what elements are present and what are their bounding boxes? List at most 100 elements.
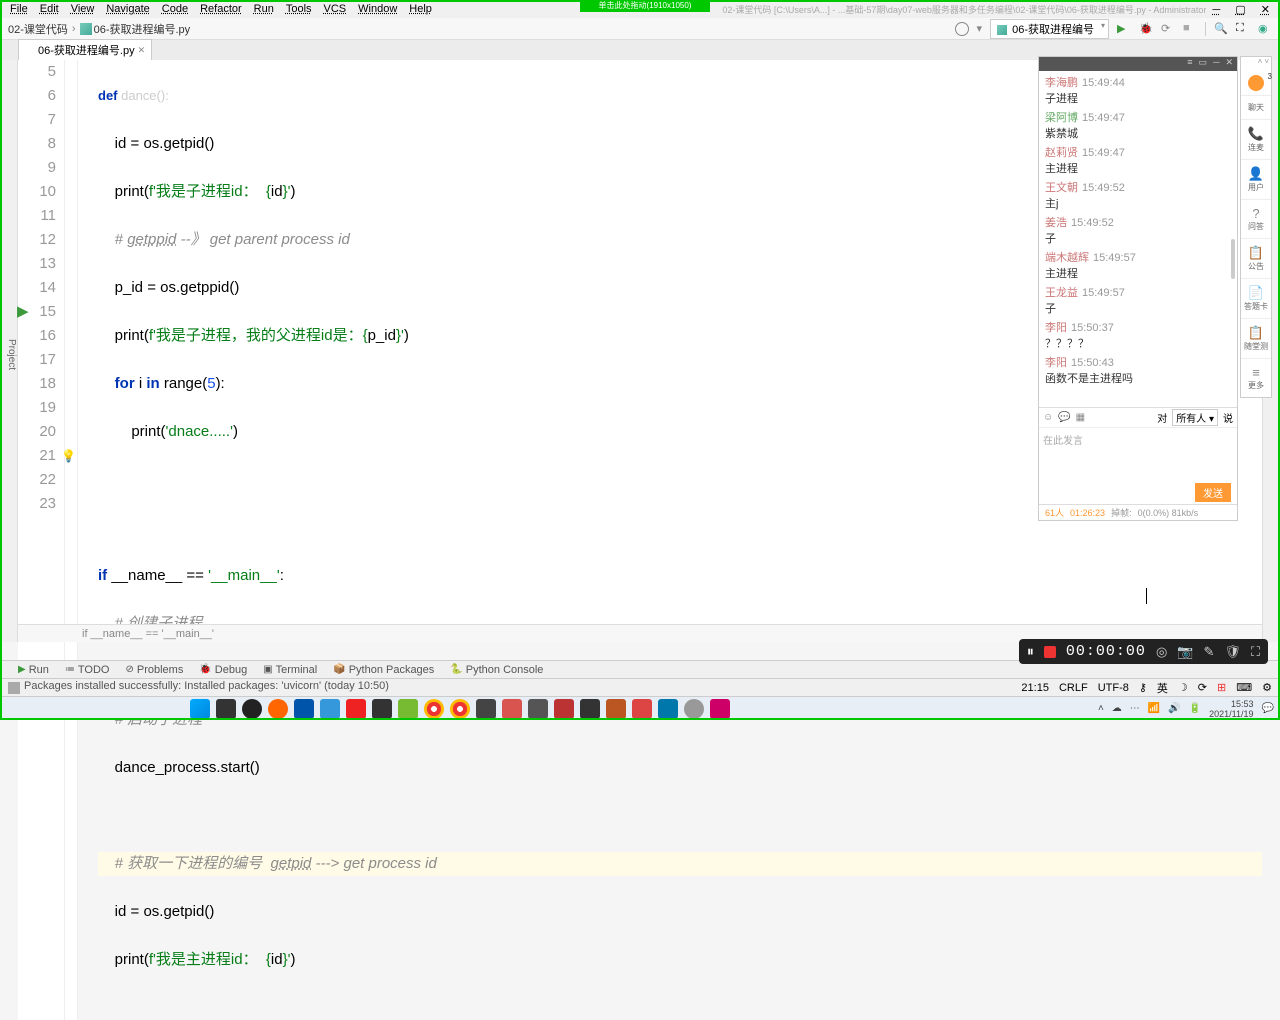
- side-up-icon[interactable]: ˄: [1258, 57, 1263, 71]
- chat-layout-icon[interactable]: ▭: [1199, 57, 1208, 71]
- side-chat[interactable]: 聊天: [1241, 95, 1271, 119]
- app-icon[interactable]: [606, 699, 626, 719]
- tray-batt-icon[interactable]: 🔋: [1189, 703, 1201, 714]
- expand-icon[interactable]: ⛶: [1251, 644, 1260, 660]
- menu-view[interactable]: View: [65, 3, 101, 15]
- caret-position[interactable]: 21:15: [1021, 682, 1049, 694]
- settings-gear-icon[interactable]: ⚙: [1262, 681, 1272, 694]
- app-icon[interactable]: [554, 699, 574, 719]
- pause-icon[interactable]: ⏸: [1027, 643, 1034, 660]
- target-icon[interactable]: ◎: [1156, 644, 1167, 660]
- app-icon[interactable]: [372, 699, 392, 719]
- app-icon[interactable]: [294, 699, 314, 719]
- record-icon[interactable]: [1044, 646, 1056, 658]
- menu-refactor[interactable]: Refactor: [194, 3, 248, 15]
- tray-bt-icon[interactable]: ⋯: [1130, 703, 1140, 714]
- indent-icon[interactable]: ⚷: [1139, 681, 1147, 694]
- camera-icon[interactable]: 📷: [1177, 644, 1193, 660]
- app-icon[interactable]: [580, 699, 600, 719]
- app-icon[interactable]: [476, 699, 496, 719]
- side-qa[interactable]: ?问答: [1241, 199, 1271, 238]
- chat-bubble-icon[interactable]: 💬: [1058, 412, 1070, 423]
- shield-icon[interactable]: 🛡: [1224, 644, 1241, 660]
- run-config-selector[interactable]: 06-获取进程编号: [990, 19, 1109, 39]
- app-icon[interactable]: [320, 699, 340, 719]
- tool-python-console[interactable]: 🐍Python Console: [450, 664, 543, 676]
- app-icon[interactable]: [398, 699, 418, 719]
- app-icon[interactable]: [528, 699, 548, 719]
- file-encoding[interactable]: UTF-8: [1098, 682, 1129, 694]
- tray-cloud-icon[interactable]: ☁: [1112, 703, 1122, 714]
- debug-button[interactable]: 🐞: [1139, 22, 1153, 36]
- side-notice[interactable]: 📋公告: [1241, 238, 1271, 278]
- side-quiz[interactable]: 📄答题卡: [1241, 278, 1271, 318]
- menu-tools[interactable]: Tools: [280, 3, 318, 15]
- left-tool-stripe[interactable]: Project Structure Favorites: [0, 60, 18, 642]
- start-button[interactable]: [190, 699, 210, 719]
- run-button[interactable]: ▶: [1117, 22, 1131, 36]
- tab-close-button[interactable]: ✕: [138, 45, 146, 56]
- menu-vcs[interactable]: VCS: [318, 3, 353, 15]
- tool-todo[interactable]: ≔TODO: [65, 664, 110, 676]
- side-users[interactable]: 👤用户: [1241, 159, 1271, 199]
- recording-toolbar[interactable]: ⏸ 00:00:00 ◎ 📷 ✎ 🛡 ⛶: [1019, 639, 1268, 664]
- moon-icon[interactable]: ☽: [1178, 681, 1188, 694]
- tool-run[interactable]: ▶Run: [18, 664, 49, 676]
- app-icon[interactable]: [242, 699, 262, 719]
- window-close-button[interactable]: ✕: [1255, 4, 1276, 16]
- tray-up-icon[interactable]: ˄: [1098, 703, 1104, 714]
- line-separator[interactable]: CRLF: [1059, 682, 1088, 694]
- side-down-icon[interactable]: ˅: [1264, 57, 1269, 71]
- editor-tab[interactable]: 06-获取进程编号.py ✕: [18, 39, 152, 60]
- menu-navigate[interactable]: Navigate: [100, 3, 155, 15]
- tool-problems[interactable]: ⊘Problems: [125, 664, 183, 676]
- ime-lang[interactable]: 英: [1157, 680, 1168, 696]
- tray-vol-icon[interactable]: 🔊: [1168, 703, 1180, 714]
- side-more[interactable]: ≡更多: [1241, 358, 1271, 397]
- image-icon[interactable]: ▦: [1076, 412, 1085, 423]
- taskview-button[interactable]: [216, 699, 236, 719]
- ide-settings-button[interactable]: ⛶: [1236, 22, 1250, 36]
- app-icon[interactable]: [632, 699, 652, 719]
- menu-help[interactable]: Help: [403, 3, 438, 15]
- menu-window[interactable]: Window: [352, 3, 403, 15]
- chat-close-icon[interactable]: ✕: [1225, 57, 1233, 71]
- screen-drag-tab[interactable]: 单击此处拖动(1910x1050): [580, 0, 710, 12]
- side-test[interactable]: 📋随堂测: [1241, 318, 1271, 358]
- keyboard-icon[interactable]: ⌨: [1236, 681, 1252, 694]
- tray-wifi-icon[interactable]: 📶: [1148, 703, 1160, 714]
- run-gutter-icon[interactable]: ▶: [17, 300, 29, 324]
- sync-icon[interactable]: ⟳: [1198, 681, 1207, 694]
- breadcrumb-project[interactable]: 02-课堂代码: [8, 21, 68, 37]
- emoji-icon[interactable]: ☺: [1043, 412, 1053, 423]
- run-with-coverage-button[interactable]: ⟳: [1161, 22, 1175, 36]
- recipient-select[interactable]: 所有人 ▾: [1172, 409, 1218, 426]
- stop-button[interactable]: ■: [1183, 22, 1197, 36]
- app-icon[interactable]: [684, 699, 704, 719]
- send-button[interactable]: 发送: [1195, 483, 1231, 502]
- fold-marker-bar[interactable]: [65, 60, 78, 1020]
- chat-minimize-icon[interactable]: ─: [1213, 57, 1219, 71]
- app-icon[interactable]: [268, 699, 288, 719]
- tool-terminal[interactable]: ▣Terminal: [263, 664, 317, 676]
- project-tool-button[interactable]: Project: [6, 68, 17, 642]
- window-max-button[interactable]: ▢: [1229, 4, 1251, 16]
- chrome-icon[interactable]: [450, 699, 470, 719]
- user-icon[interactable]: [955, 22, 969, 36]
- menu-run[interactable]: Run: [248, 3, 280, 15]
- window-min-button[interactable]: ─: [1206, 4, 1226, 16]
- breadcrumb-file[interactable]: 06-获取进程编号.py: [94, 21, 191, 37]
- status-tool-icon[interactable]: [8, 682, 20, 694]
- menu-file[interactable]: File: [4, 3, 34, 15]
- app-icon[interactable]: [710, 699, 730, 719]
- tool-debug[interactable]: 🐞Debug: [199, 664, 247, 676]
- app-icon[interactable]: [346, 699, 366, 719]
- app-icon[interactable]: [658, 699, 678, 719]
- side-mic[interactable]: 📞连麦: [1241, 119, 1271, 159]
- tray-notif-icon[interactable]: 💬: [1262, 703, 1274, 714]
- intention-bulb-icon[interactable]: 💡: [61, 444, 76, 468]
- menu-code[interactable]: Code: [156, 3, 194, 15]
- pen-icon[interactable]: ✎: [1203, 644, 1214, 660]
- taskbar-clock[interactable]: 15:532021/11/19: [1209, 699, 1253, 719]
- app-icon[interactable]: [502, 699, 522, 719]
